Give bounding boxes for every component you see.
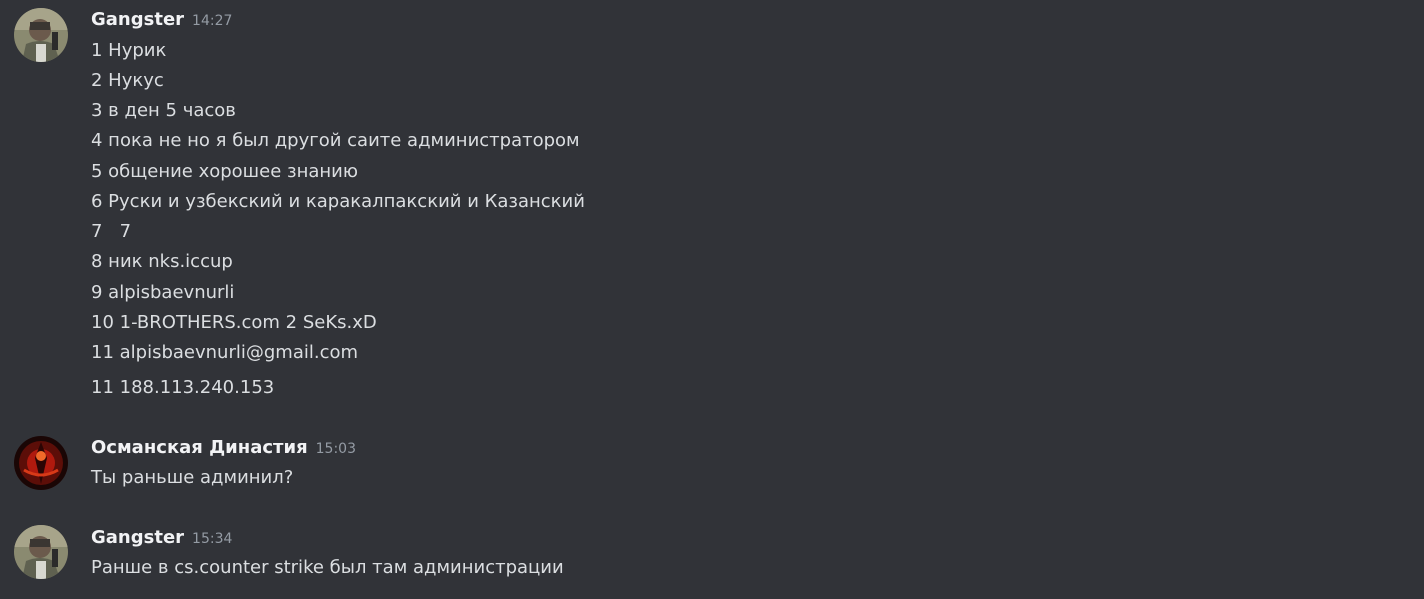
timestamp[interactable]: 15:34 — [192, 528, 232, 550]
message-line: 9 alpisbaevnurli — [91, 282, 235, 303]
message-line: 10 1-BROTHERS.com 2 SeKs.xD — [91, 312, 377, 333]
username[interactable]: Gangster — [91, 9, 184, 31]
message-line: Ты раньше админил? — [91, 467, 294, 488]
message-line: Ранше в cs.counter strike был там админи… — [91, 557, 564, 578]
username[interactable]: Османская Династия — [91, 437, 308, 459]
avatar[interactable] — [14, 525, 68, 579]
message-line: 11 alpisbaevnurli@gmail.com — [91, 342, 359, 363]
message-line: 5 общение хорошее знанию — [91, 161, 359, 182]
user-avatar-image — [14, 8, 68, 62]
avatar[interactable] — [14, 436, 68, 490]
message-header: Gangster 14:27 — [91, 9, 232, 31]
chat-message-list[interactable]: Gangster 14:27 1 Нурик 2 Нукус 3 в ден 5 … — [0, 0, 1424, 599]
timestamp[interactable]: 15:03 — [316, 438, 356, 460]
user-avatar-image — [14, 525, 68, 579]
message-line: 2 Нукус — [91, 70, 164, 91]
message-header: Gangster 15:34 — [91, 527, 232, 549]
message-line: 3 в ден 5 часов — [91, 100, 236, 121]
message-header: Османская Династия 15:03 — [91, 437, 356, 459]
message-line: 4 пока не но я был другой саите админист… — [91, 130, 580, 151]
message-line: 11 188.113.240.153 — [91, 377, 275, 398]
user-avatar-image — [14, 436, 68, 490]
message-line: 6 Руски и узбекский и каракалпакский и К… — [91, 191, 585, 212]
message-line: 8 ник nks.iccup — [91, 251, 233, 272]
avatar[interactable] — [14, 8, 68, 62]
message-line: 7 7 — [91, 221, 132, 242]
timestamp[interactable]: 14:27 — [192, 10, 232, 32]
message-line: 1 Нурик — [91, 40, 167, 61]
username[interactable]: Gangster — [91, 527, 184, 549]
